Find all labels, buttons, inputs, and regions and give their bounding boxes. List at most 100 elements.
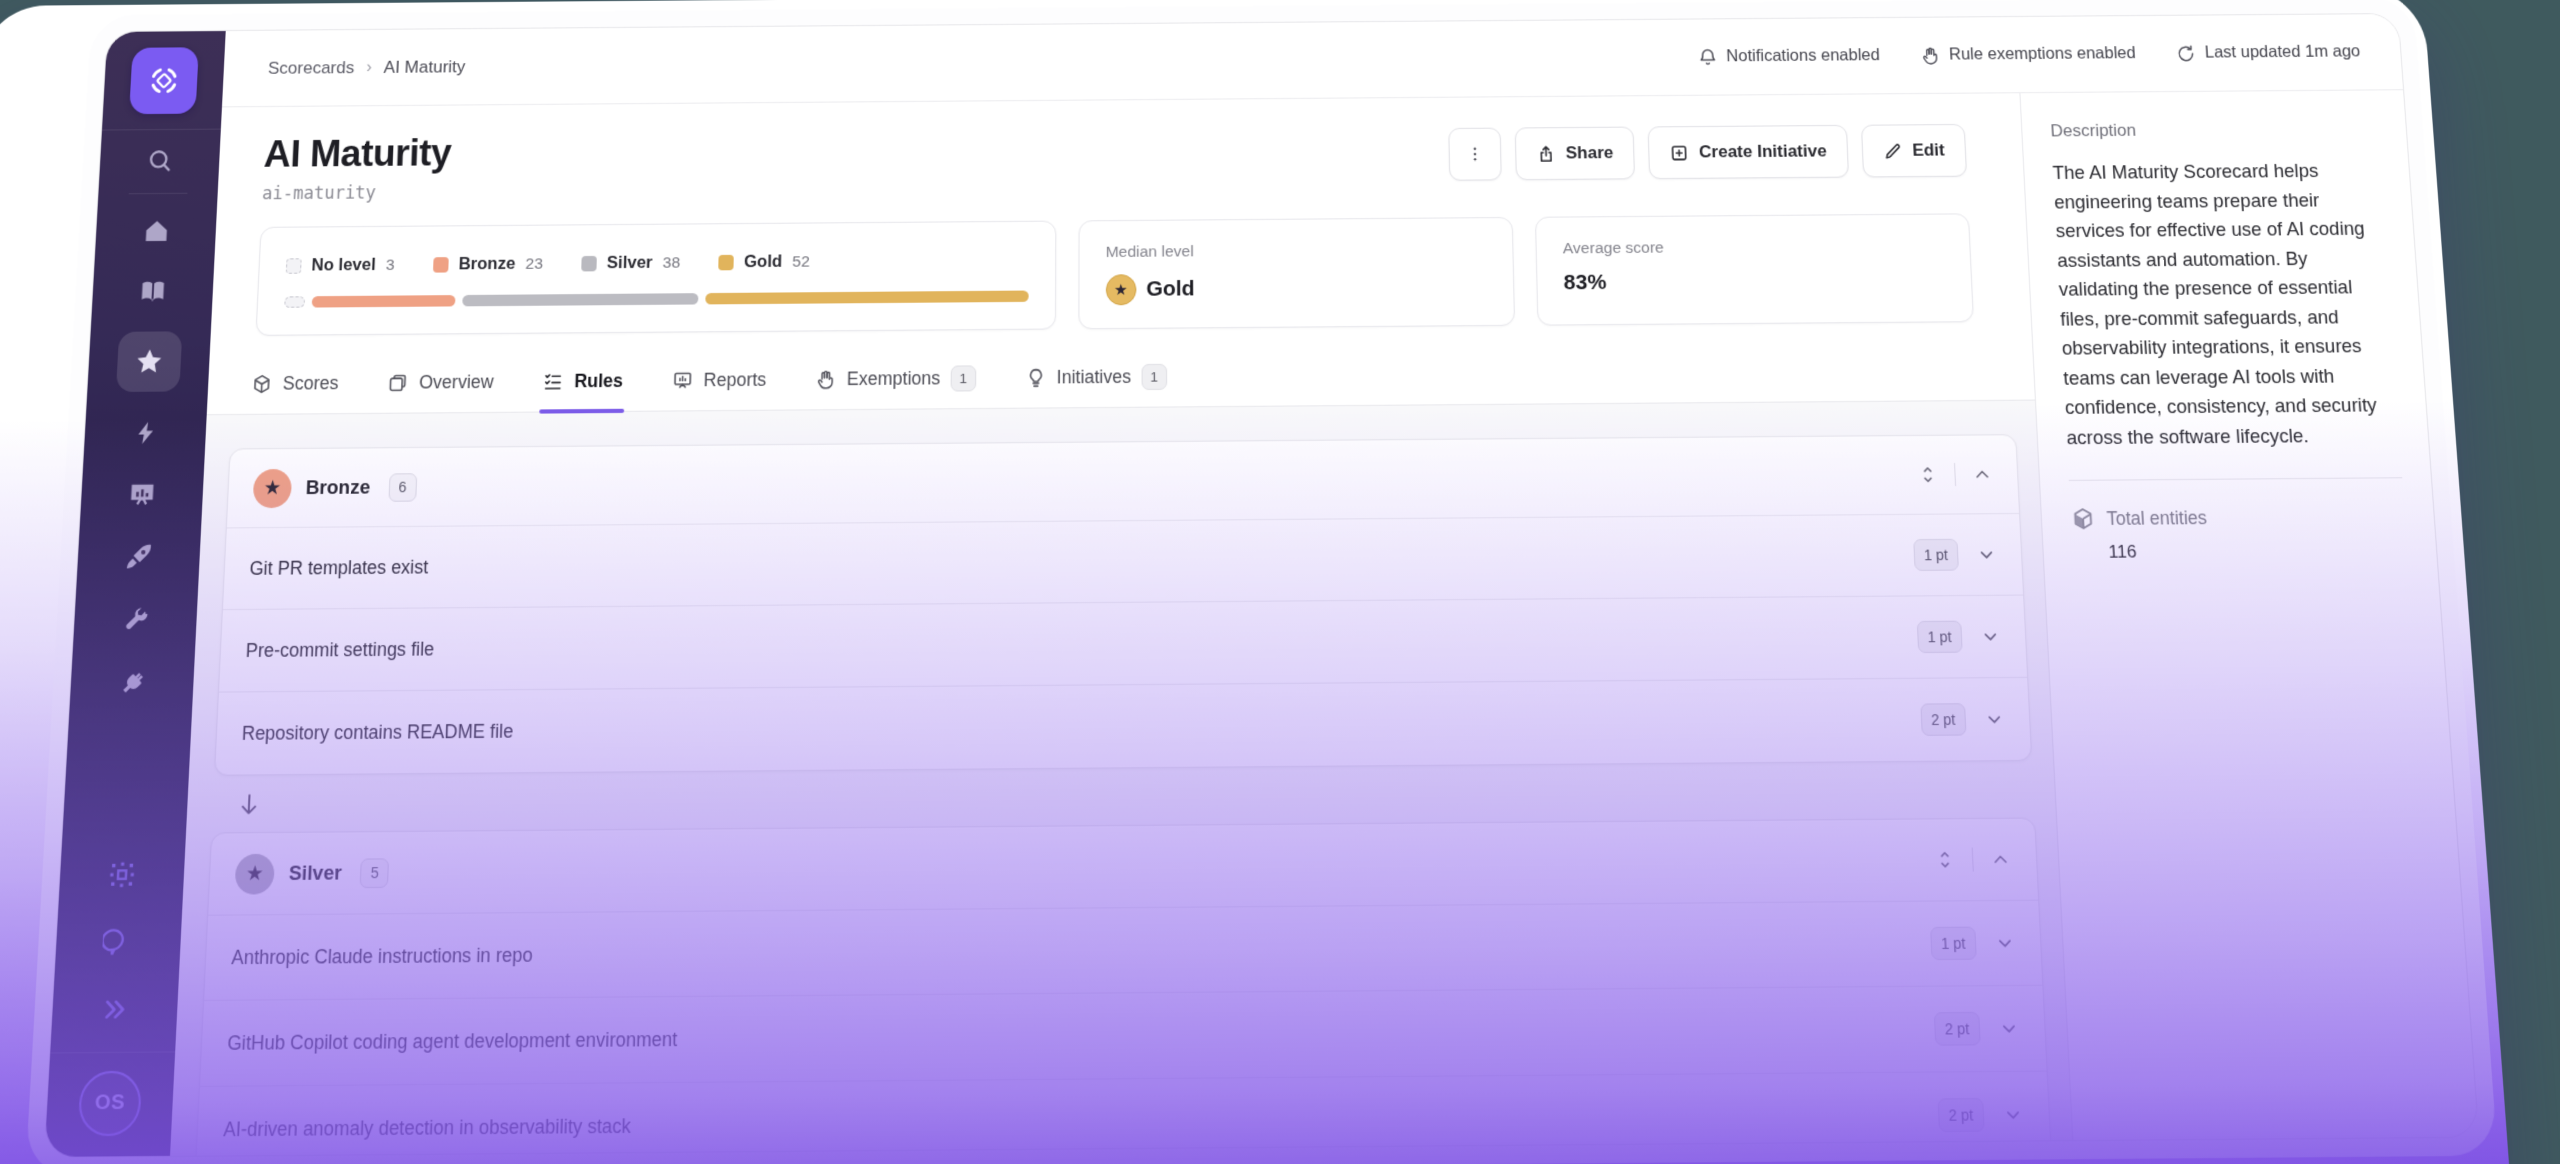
title-block: AI Maturity ai-maturity (262, 132, 452, 205)
sidebar-item-actions[interactable] (122, 411, 169, 453)
gold-swatch (719, 255, 735, 271)
sidebar-item-reports[interactable] (118, 473, 165, 515)
tab-scores[interactable]: Scores (248, 364, 342, 414)
rule-row[interactable]: Anthropic Claude instructions in repo 1 … (204, 900, 2042, 1000)
expand-rule-icon[interactable] (1994, 932, 2015, 953)
legend-item-no-level: No level 3 (286, 255, 395, 275)
share-icon (1536, 144, 1556, 163)
expand-rule-icon[interactable] (1998, 1018, 2019, 1039)
page-header: AI Maturity ai-maturity (217, 93, 2024, 205)
tab-initiatives[interactable]: Initiatives 1 (1023, 358, 1169, 408)
panel-divider (2069, 477, 2403, 481)
rules-content: ★ Bronze 6 (170, 401, 2072, 1156)
overview-icon (387, 372, 409, 394)
silver-level-icon: ★ (234, 853, 275, 894)
legend-label: Gold (744, 252, 782, 272)
rule-name: GitHub Copilot coding agent development … (227, 1028, 678, 1055)
window-frame: OS Scorecards › AI Maturity (25, 0, 2498, 1164)
sort-icon[interactable] (1917, 464, 1938, 485)
topbar-status: Notifications enabled Rule exemptions en… (1697, 42, 2361, 67)
no-level-segment (284, 296, 305, 308)
brand-logo[interactable] (129, 47, 199, 114)
rule-row[interactable]: Pre-commit settings file 1 pt (219, 595, 2027, 692)
legend-item-silver: Silver 38 (581, 253, 680, 273)
breadcrumb-root[interactable]: Scorecards (268, 58, 355, 79)
sidebar-item-scorecards[interactable] (116, 331, 182, 392)
details-panel: Description The AI Maturity Scorecard he… (2019, 90, 2478, 1140)
level-distribution-card: No level 3 Bronze 23 (255, 221, 1056, 336)
median-level-card: Median level ★ Gold (1078, 217, 1515, 329)
pencil-icon (1883, 141, 1903, 160)
share-button[interactable]: Share (1515, 127, 1636, 181)
home-icon (142, 217, 171, 245)
tab-overview[interactable]: Overview (384, 363, 496, 413)
cube-icon (2070, 506, 2096, 532)
expand-rule-icon[interactable] (1976, 544, 1997, 564)
bronze-swatch (433, 257, 449, 273)
tab-rules[interactable]: Rules (540, 362, 626, 412)
rule-row[interactable]: GitHub Copilot coding agent development … (200, 985, 2047, 1086)
user-avatar[interactable]: OS (77, 1071, 142, 1137)
app-window: OS Scorecards › AI Maturity (25, 0, 2498, 1164)
wrench-icon (121, 605, 150, 634)
expand-rule-icon[interactable] (1984, 709, 2005, 730)
description-heading: Description (2050, 119, 2378, 142)
total-entities-value: 116 (2108, 539, 2408, 563)
rule-row[interactable]: Git PR templates exist 1 pt (223, 513, 2023, 609)
plug-icon (112, 662, 152, 703)
legend-count: 3 (385, 256, 394, 275)
section-header[interactable]: ★ Bronze 6 (227, 435, 2019, 527)
tab-reports[interactable]: Reports (669, 361, 768, 411)
rule-row[interactable]: Repository contains README file 2 pt (215, 677, 2031, 775)
legend-count: 23 (525, 255, 543, 274)
sidebar-item-catalog[interactable] (129, 271, 176, 313)
sidebar-divider (50, 1051, 175, 1053)
workspace-mark[interactable] (98, 853, 146, 897)
notifications-status[interactable]: Notifications enabled (1697, 46, 1880, 67)
rule-points-badge: 1 pt (1930, 927, 1977, 961)
rule-name: Repository contains README file (241, 720, 513, 745)
tab-exemptions[interactable]: Exemptions 1 (813, 359, 978, 409)
sidebar-item-initiatives[interactable] (115, 535, 163, 578)
share-label: Share (1565, 143, 1613, 164)
sidebar-item-search[interactable] (137, 140, 184, 181)
section-header[interactable]: ★ Silver 5 (208, 819, 2038, 915)
sort-icon[interactable] (1934, 849, 1956, 871)
rule-points-badge: 2 pt (1937, 1098, 1985, 1132)
tab-badge: 1 (950, 365, 976, 391)
kebab-menu-icon (1466, 145, 1485, 163)
last-updated-status[interactable]: Last updated 1m ago (2175, 42, 2361, 64)
expand-rule-icon[interactable] (2003, 1104, 2024, 1126)
collapse-section-icon[interactable] (1971, 464, 1993, 485)
collapse-section-icon[interactable] (1990, 848, 2012, 870)
edit-button[interactable]: Edit (1861, 124, 1967, 178)
rule-points-badge: 1 pt (1916, 621, 1962, 653)
rocket-icon (124, 542, 154, 572)
breadcrumb-separator: › (366, 58, 372, 76)
silver-swatch (581, 256, 597, 272)
rule-row[interactable]: AI-driven anomaly detection in observabi… (196, 1071, 2051, 1156)
cortex-logo-icon (142, 59, 186, 102)
rules-section-silver: ★ Silver 5 (195, 817, 2052, 1155)
edit-label: Edit (1912, 140, 1945, 161)
sidebar-item-integrations[interactable] (108, 661, 156, 704)
chat-button[interactable] (94, 920, 143, 965)
status-label: Last updated 1m ago (2204, 42, 2361, 62)
tab-label: Scores (282, 373, 339, 395)
exemptions-status[interactable]: Rule exemptions enabled (1920, 44, 2137, 66)
more-actions-button[interactable] (1448, 128, 1501, 181)
section-tools (1934, 847, 2012, 872)
legend-item-gold: Gold 52 (718, 252, 810, 272)
level-distribution-bar (284, 291, 1028, 308)
cube-icon (251, 373, 273, 395)
create-initiative-button[interactable]: Create Initiative (1648, 125, 1849, 179)
sidebar-bottom (91, 853, 147, 1032)
sidebar-item-home[interactable] (133, 210, 180, 251)
sidebar-item-tools[interactable] (112, 598, 160, 641)
expand-rule-icon[interactable] (1980, 626, 2001, 646)
plus-square-icon (1670, 143, 1690, 162)
average-score-label: Average score (1563, 237, 1944, 258)
expand-sidebar-button[interactable] (91, 987, 140, 1032)
sidebar-nav (99, 210, 189, 704)
median-level-label: Median level (1106, 241, 1487, 262)
